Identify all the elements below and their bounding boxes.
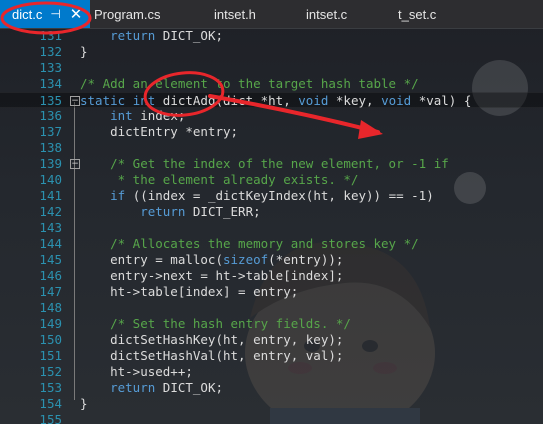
code-line[interactable]: 131 return DICT_OK;	[0, 28, 543, 44]
pin-icon[interactable]: ⊣	[50, 7, 60, 21]
line-number: 140	[39, 172, 62, 187]
code-text: entry = malloc(sizeof(*entry));	[80, 252, 344, 267]
line-number: 135	[39, 93, 62, 108]
code-text: return DICT_ERR;	[140, 204, 261, 219]
code-line[interactable]: 148	[0, 300, 543, 316]
line-number: 149	[39, 316, 62, 331]
code-text: dictSetHashVal(ht, entry, val);	[80, 348, 344, 363]
code-line[interactable]: 150 dictSetHashKey(ht, entry, key);	[0, 332, 543, 348]
tab-bar: dict.c ⊣ ✕ Program.cs intset.h intset.c …	[0, 0, 543, 29]
code-line[interactable]: 153 return DICT_OK;	[0, 380, 543, 396]
code-line[interactable]: 132}	[0, 44, 543, 60]
code-text: return DICT_OK;	[110, 28, 223, 43]
line-number: 150	[39, 332, 62, 347]
code-line[interactable]: 135− static int dictAdd(dict *ht, void *k…	[0, 92, 543, 108]
line-number: 139	[39, 156, 62, 171]
tab-intset-h[interactable]: intset.h	[208, 0, 300, 28]
code-line[interactable]: 143	[0, 220, 543, 236]
code-text: static int dictAdd(dict *ht, void *key, …	[80, 93, 472, 108]
code-line[interactable]: 152 ht->used++;	[0, 364, 543, 380]
code-line[interactable]: 149 /* Set the hash entry fields. */	[0, 316, 543, 332]
code-text: int index;	[110, 108, 186, 123]
tab-label: t_set.c	[398, 6, 437, 22]
line-number: 131	[39, 28, 62, 43]
line-number: 134	[39, 76, 62, 91]
code-line[interactable]: 139− /* Get the index of the new element…	[0, 156, 543, 172]
collapse-icon[interactable]: −	[70, 159, 80, 169]
line-number: 145	[39, 252, 62, 267]
line-number: 143	[39, 220, 62, 235]
tab-label: intset.c	[306, 6, 348, 22]
code-line[interactable]: 142 return DICT_ERR;	[0, 204, 543, 220]
line-number: 142	[39, 204, 62, 219]
line-number: 138	[39, 140, 62, 155]
code-line[interactable]: 151 dictSetHashVal(ht, entry, val);	[0, 348, 543, 364]
code-text: if ((index = _dictKeyIndex(ht, key)) == …	[110, 188, 434, 203]
line-number: 136	[39, 108, 62, 123]
code-text: * the element already exists. */	[80, 172, 359, 187]
code-text: dictSetHashKey(ht, entry, key);	[80, 332, 344, 347]
line-number: 155	[39, 412, 62, 424]
code-text: /* Get the index of the new element, or …	[80, 156, 449, 171]
code-line[interactable]: 136 int index;	[0, 108, 543, 124]
code-text: /* Set the hash entry fields. */	[80, 316, 351, 331]
code-text: return DICT_OK;	[110, 380, 223, 395]
line-number: 152	[39, 364, 62, 379]
line-number: 141	[39, 188, 62, 203]
line-number: 132	[39, 44, 62, 59]
code-text: }	[80, 44, 88, 59]
code-text: dictEntry *entry;	[80, 124, 239, 139]
code-editor[interactable]: 131 return DICT_OK; 132} 133 134/* Add an e…	[0, 28, 543, 424]
line-number: 133	[39, 60, 62, 75]
code-text: }	[80, 396, 88, 411]
line-number: 144	[39, 236, 62, 251]
line-number: 146	[39, 268, 62, 283]
code-line[interactable]: 137 dictEntry *entry;	[0, 124, 543, 140]
code-text: ht->table[index] = entry;	[80, 284, 299, 299]
code-line[interactable]: 140 * the element already exists. */	[0, 172, 543, 188]
tab-label: dict.c	[12, 6, 43, 22]
tab-intset-c[interactable]: intset.c	[300, 0, 392, 28]
line-number: 137	[39, 124, 62, 139]
code-line[interactable]: 144 /* Allocates the memory and stores k…	[0, 236, 543, 252]
code-text: ht->used++;	[80, 364, 193, 379]
code-line[interactable]: 133	[0, 60, 543, 76]
line-number: 151	[39, 348, 62, 363]
code-text: /* Add an element to the target hash tab…	[80, 76, 419, 91]
code-line[interactable]: 155	[0, 412, 543, 424]
line-number: 148	[39, 300, 62, 315]
tab-label: Program.cs	[94, 6, 161, 22]
code-line[interactable]: 134 /* Add an element to the target hash …	[0, 76, 543, 92]
code-text: entry->next = ht->table[index];	[80, 268, 344, 283]
code-line[interactable]: 138	[0, 140, 543, 156]
line-number: 154	[39, 396, 62, 411]
line-number: 147	[39, 284, 62, 299]
line-number: 153	[39, 380, 62, 395]
tab-t-set-c[interactable]: t_set.c	[392, 0, 492, 28]
tab-program-cs[interactable]: Program.cs	[90, 0, 208, 28]
collapse-icon[interactable]: −	[70, 96, 80, 106]
code-line[interactable]: 147 ht->table[index] = entry;	[0, 284, 543, 300]
close-icon[interactable]: ✕	[70, 7, 83, 22]
code-line[interactable]: 145 entry = malloc(sizeof(*entry));	[0, 252, 543, 268]
code-line[interactable]: 141 if ((index = _dictKeyIndex(ht, key))…	[0, 188, 543, 204]
editor-window: dict.c ⊣ ✕ Program.cs intset.h intset.c …	[0, 0, 543, 424]
tab-label: intset.h	[214, 6, 256, 22]
code-text: /* Allocates the memory and stores key *…	[80, 236, 419, 251]
code-line[interactable]: 154}	[0, 396, 543, 412]
tab-dict-c[interactable]: dict.c ⊣ ✕	[0, 0, 90, 28]
code-line[interactable]: 146 entry->next = ht->table[index];	[0, 268, 543, 284]
